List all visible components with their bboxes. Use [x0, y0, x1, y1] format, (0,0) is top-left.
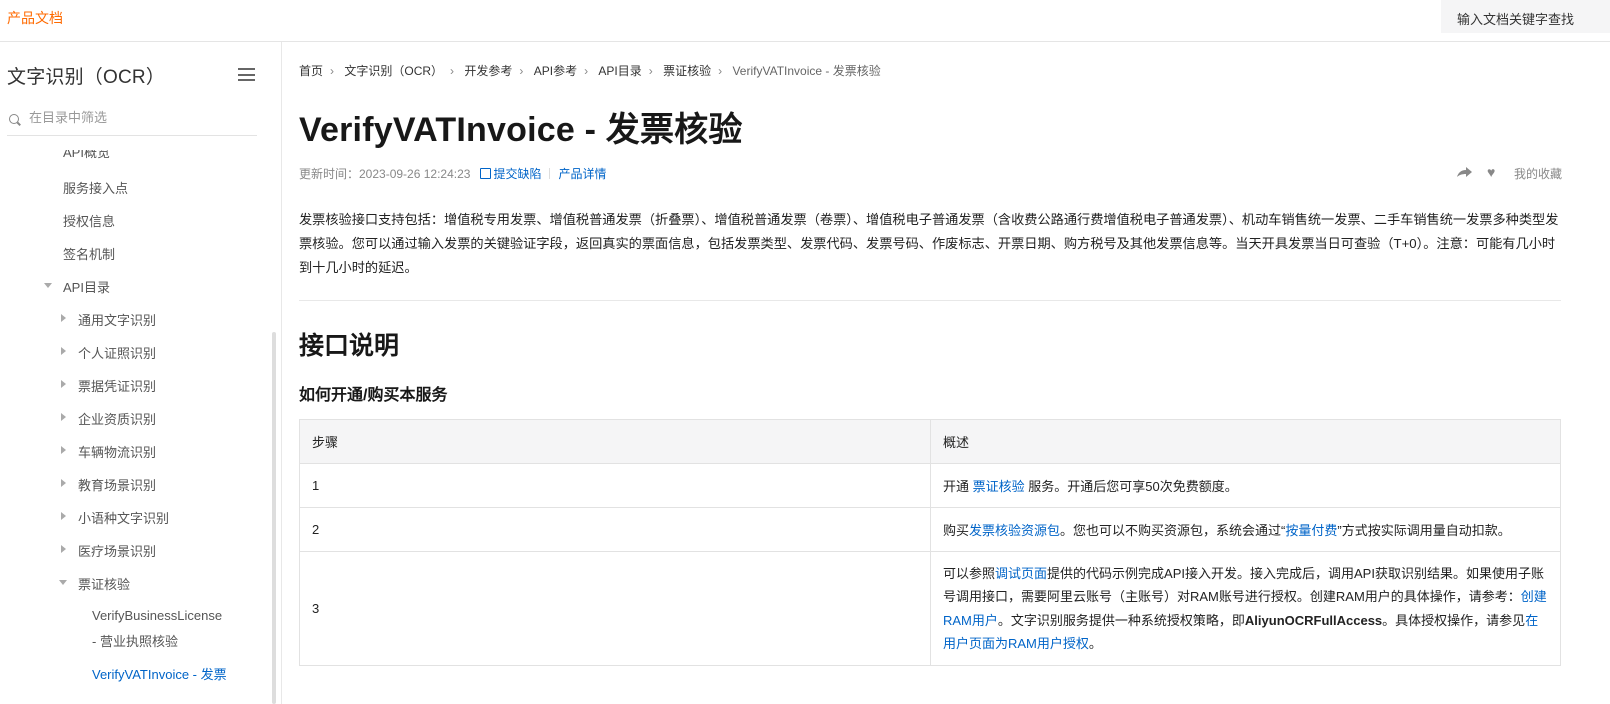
cell-text: 服务。开通后您可享50次免费额度。	[1024, 479, 1238, 494]
table-cell-step: 1	[299, 463, 931, 508]
sidebar-item-receipts[interactable]: 票据凭证识别	[78, 376, 156, 395]
chevron-right-icon[interactable]	[61, 347, 66, 355]
sidebar-item-minor-languages[interactable]: 小语种文字识别	[78, 508, 169, 527]
breadcrumb-api-dir[interactable]: API目录	[598, 64, 641, 78]
verification-link[interactable]: 票证核验	[973, 479, 1025, 494]
product-docs-link[interactable]: 产品文档	[7, 8, 63, 28]
menu-icon[interactable]	[238, 68, 255, 81]
resource-pack-link[interactable]: 发票核验资源包	[969, 523, 1060, 538]
chevron-right-icon[interactable]	[61, 545, 66, 553]
pay-as-you-go-link[interactable]: 按量付费	[1285, 523, 1337, 538]
sidebar-item-general-ocr[interactable]: 通用文字识别	[78, 310, 156, 329]
chevron-right-icon[interactable]	[61, 413, 66, 421]
sidebar-item-signature[interactable]: 签名机制	[63, 244, 115, 263]
table-cell-overview: 开通 票证核验 服务。开通后您可享50次免费额度。	[930, 463, 1561, 508]
chevron-right-icon: ›	[450, 64, 455, 78]
breadcrumb-home[interactable]: 首页	[299, 64, 323, 78]
chevron-right-icon: ›	[648, 64, 653, 78]
sidebar-item-api-overview[interactable]: API概览	[63, 150, 110, 161]
chevron-right-icon: ›	[519, 64, 524, 78]
cell-text: 开通	[943, 479, 973, 494]
breadcrumb-verification[interactable]: 票证核验	[663, 64, 711, 78]
divider	[299, 300, 1561, 301]
table-header-overview: 概述	[930, 419, 1561, 464]
debug-page-link[interactable]: 调试页面	[995, 566, 1047, 581]
sidebar-item-api-directory[interactable]: API目录	[63, 277, 110, 296]
cell-text: 。文字识别服务提供一种系统授权策略，即	[997, 612, 1245, 628]
breadcrumb-ocr[interactable]: 文字识别（OCR）	[344, 64, 443, 78]
section-title: 接口说明	[299, 332, 400, 360]
update-time: 更新时间：2023-09-26 12:24:23	[299, 167, 471, 181]
search-icon	[9, 114, 19, 124]
cell-text: 可以参照	[943, 565, 996, 581]
breadcrumb: 首页 › 文字识别（OCR） › 开发参考 › API参考 › API目录 › 票证核验 ›…	[299, 62, 881, 79]
page-title: VerifyVATInvoice - 发票核验	[299, 111, 743, 149]
chevron-right-icon[interactable]	[61, 314, 66, 322]
sidebar-item-medical[interactable]: 医疗场景识别	[78, 541, 156, 560]
cell-text: 。您也可以不购买资源包，系统会通过“	[1060, 523, 1286, 538]
table-cell-step: 3	[299, 551, 931, 666]
policy-name: AliyunOCRFullAccess	[1244, 612, 1383, 628]
sidebar-item-vehicle[interactable]: 车辆物流识别	[78, 442, 156, 461]
subsection-title: 如何开通/购买本服务	[299, 387, 448, 404]
steps-table: 步骤 概述 1 开通 票证核验 服务。开通后您可享50次免费额度。 2 购买发票…	[299, 419, 1561, 666]
heart-icon[interactable]: ♥	[1487, 165, 1495, 179]
sidebar-filter	[7, 106, 257, 136]
table-row: 2 购买发票核验资源包。您也可以不购买资源包，系统会通过“按量付费”方式按实际调…	[299, 507, 1561, 552]
sidebar-item-enterprise[interactable]: 企业资质识别	[78, 409, 156, 428]
sidebar-title: 文字识别（OCR）	[7, 67, 166, 88]
product-detail-link[interactable]: 产品详情	[558, 167, 606, 181]
table-cell-overview: 可以参照调试页面提供的代码示例完成API接入开发。接入完成后，调用API获取识别…	[930, 551, 1561, 666]
cell-text: ”方式按实际调用量自动扣款。	[1337, 523, 1511, 538]
breadcrumb-dev-ref[interactable]: 开发参考	[464, 64, 512, 78]
sidebar: 文字识别（OCR） API概览 服务接入点 授权信息 签名机制 API目录 通用…	[0, 42, 282, 704]
chevron-right-icon[interactable]	[61, 512, 66, 520]
cell-text: 。	[1088, 636, 1102, 651]
table-row: 1 开通 票证核验 服务。开通后您可享50次免费额度。	[299, 463, 1561, 508]
table-header-step: 步骤	[299, 419, 931, 464]
sidebar-item-verify-business-license-sub[interactable]: - 营业执照核验	[92, 631, 178, 650]
chevron-right-icon[interactable]	[61, 380, 66, 388]
edit-icon	[480, 168, 492, 179]
sidebar-item-id-cards[interactable]: 个人证照识别	[78, 343, 156, 362]
chevron-down-icon[interactable]	[44, 283, 52, 288]
chevron-down-icon[interactable]	[59, 580, 67, 585]
table-header-row: 步骤 概述	[299, 419, 1561, 464]
chevron-right-icon[interactable]	[61, 446, 66, 454]
chevron-right-icon[interactable]	[61, 479, 66, 487]
doc-search-box[interactable]: 输入文档关键字查找	[1441, 0, 1610, 33]
breadcrumb-api-ref[interactable]: API参考	[534, 64, 577, 78]
sidebar-item-education[interactable]: 教育场景识别	[78, 475, 156, 494]
sidebar-item-verify-vat-invoice[interactable]: VerifyVATInvoice - 发票	[92, 664, 227, 683]
chevron-right-icon: ›	[718, 64, 723, 78]
chevron-right-icon: ›	[584, 64, 589, 78]
sidebar-scrollbar[interactable]	[272, 332, 276, 704]
table-cell-overview: 购买发票核验资源包。您也可以不购买资源包，系统会通过“按量付费”方式按实际调用量…	[930, 507, 1561, 552]
table-row: 3 可以参照调试页面提供的代码示例完成API接入开发。接入完成后，调用API获取…	[299, 551, 1561, 666]
table-cell-step: 2	[299, 507, 931, 552]
page-meta: 更新时间：2023-09-26 12:24:23 提交缺陷 产品详情	[299, 165, 606, 182]
sidebar-item-endpoints[interactable]: 服务接入点	[63, 178, 128, 197]
top-bar: 产品文档 输入文档关键字查找	[0, 0, 1610, 42]
cell-text: 。具体授权操作，请参见	[1382, 612, 1526, 628]
favorite-link[interactable]: 我的收藏	[1514, 165, 1562, 182]
filter-input[interactable]	[29, 110, 249, 125]
chevron-right-icon: ›	[330, 64, 335, 78]
share-icon[interactable]	[1457, 167, 1472, 177]
sidebar-item-verification[interactable]: 票证核验	[78, 574, 130, 593]
sidebar-item-authorization[interactable]: 授权信息	[63, 211, 115, 230]
cell-text: 购买	[943, 523, 970, 538]
intro-paragraph: 发票核验接口支持包括：增值税专用发票、增值税普通发票（折叠票）、增值税普通发票（…	[299, 212, 1559, 275]
sidebar-item-verify-business-license[interactable]: VerifyBusinessLicense	[92, 608, 222, 623]
breadcrumb-current: VerifyVATInvoice - 发票核验	[732, 64, 881, 78]
meta-divider	[549, 168, 551, 179]
submit-feedback-link[interactable]: 提交缺陷	[493, 167, 541, 181]
